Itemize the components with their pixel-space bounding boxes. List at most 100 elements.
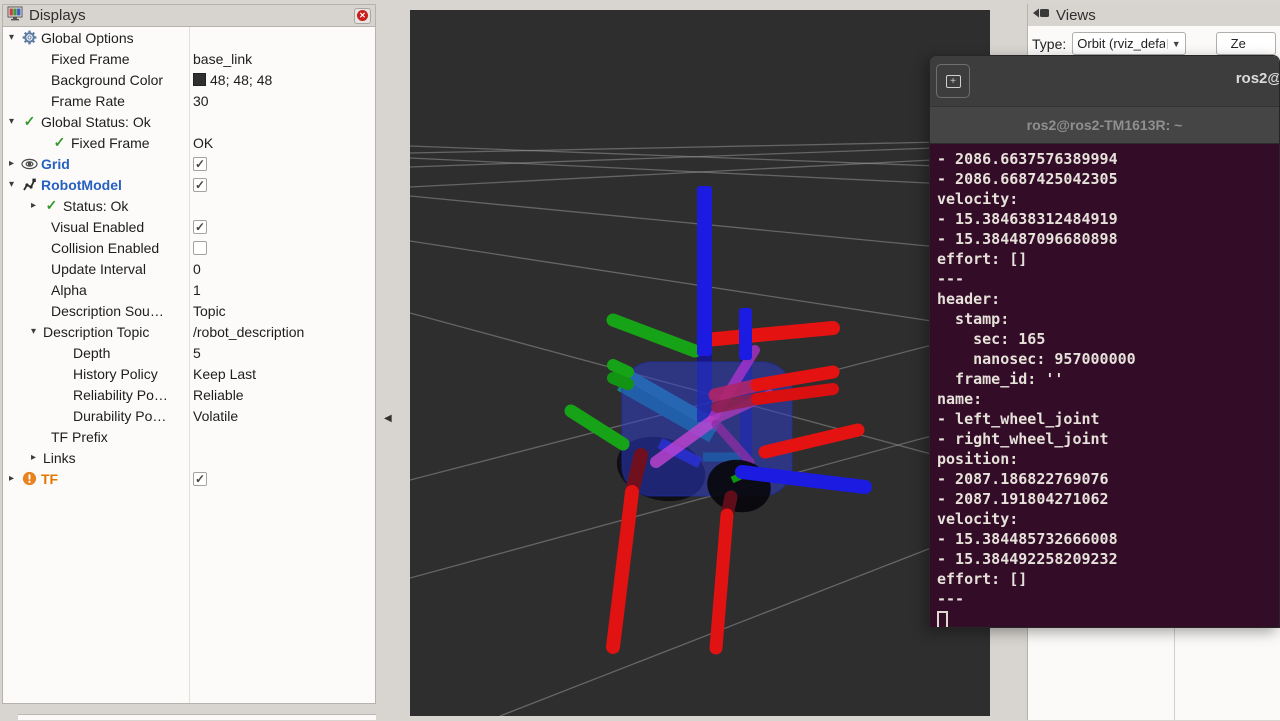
tree-row[interactable]: History Policy Keep Last bbox=[3, 363, 375, 384]
property-label: Grid bbox=[41, 156, 70, 172]
property-value[interactable]: ✓ bbox=[193, 468, 207, 489]
tree-row[interactable]: ▾RobotModel✓ bbox=[3, 174, 375, 195]
checkbox-checked[interactable]: ✓ bbox=[193, 472, 207, 486]
property-value[interactable]: 5 bbox=[193, 342, 201, 363]
property-value[interactable] bbox=[193, 237, 207, 258]
tree-row[interactable]: Visual Enabled✓ bbox=[3, 216, 375, 237]
property-label: Reliability Po… bbox=[73, 387, 168, 403]
tree-row[interactable]: Frame Rate 30 bbox=[3, 90, 375, 111]
terminal-line: position: bbox=[937, 449, 1279, 469]
views-panel-header[interactable]: Views bbox=[1028, 4, 1280, 26]
property-label: Fixed Frame bbox=[51, 51, 130, 67]
property-label: History Policy bbox=[73, 366, 158, 382]
tree-row[interactable]: ▾✓Global Status: Ok bbox=[3, 111, 375, 132]
property-value[interactable]: 1 bbox=[193, 279, 201, 300]
tree-row[interactable]: Depth 5 bbox=[3, 342, 375, 363]
terminal-window[interactable]: + ros2@ ros2@ros2-TM1613R: ~ - 2086.6637… bbox=[929, 55, 1280, 628]
property-value[interactable]: Keep Last bbox=[193, 363, 256, 384]
property-label: Fixed Frame bbox=[71, 135, 150, 151]
property-value[interactable]: 30 bbox=[193, 90, 209, 111]
close-button[interactable]: ✕ bbox=[354, 8, 371, 24]
checkbox-checked[interactable]: ✓ bbox=[193, 178, 207, 192]
tree-row[interactable]: ▸Links bbox=[3, 447, 375, 468]
expander-open-icon[interactable]: ▾ bbox=[31, 326, 43, 337]
property-value[interactable]: Reliable bbox=[193, 384, 244, 405]
chevron-down-icon: ▼ bbox=[1167, 39, 1181, 49]
property-value[interactable]: 0 bbox=[193, 258, 201, 279]
3d-scene[interactable] bbox=[410, 10, 990, 716]
color-swatch bbox=[193, 73, 206, 86]
property-label: Description Sou… bbox=[51, 303, 164, 319]
tree-row[interactable]: Description Sou… Topic bbox=[3, 300, 375, 321]
terminal-line: - 2087.191804271062 bbox=[937, 489, 1279, 509]
property-value[interactable]: ✓ bbox=[193, 174, 207, 195]
expander-closed-icon[interactable]: ▸ bbox=[9, 473, 21, 484]
terminal-line: --- bbox=[937, 589, 1279, 609]
expander-open-icon[interactable]: ▾ bbox=[9, 179, 21, 190]
expander-closed-icon[interactable]: ▸ bbox=[31, 452, 43, 463]
property-label: TF Prefix bbox=[51, 429, 108, 445]
close-icon: ✕ bbox=[357, 10, 368, 21]
terminal-line: sec: 165 bbox=[937, 329, 1279, 349]
robot-icon bbox=[21, 177, 38, 193]
tree-row[interactable]: Reliability Po… Reliable bbox=[3, 384, 375, 405]
terminal-cursor bbox=[937, 611, 948, 628]
new-tab-button[interactable]: + bbox=[936, 64, 970, 98]
displays-panel-header[interactable]: Displays ✕ bbox=[3, 5, 375, 27]
tree-row[interactable]: Collision Enabled bbox=[3, 237, 375, 258]
panel-collapse-handle[interactable]: ◀ bbox=[384, 409, 398, 427]
terminal-output[interactable]: - 2086.6637576389994- 2086.6687425042305… bbox=[930, 144, 1279, 627]
tree-row[interactable]: ▸✓Status: Ok bbox=[3, 195, 375, 216]
terminal-line: - 15.384638312484919 bbox=[937, 209, 1279, 229]
expander-open-icon[interactable]: ▾ bbox=[9, 116, 21, 127]
expander-closed-icon[interactable]: ▸ bbox=[31, 200, 43, 211]
terminal-titlebar[interactable]: + ros2@ bbox=[930, 56, 1279, 106]
tree-row[interactable]: Update Interval 0 bbox=[3, 258, 375, 279]
property-value[interactable]: ✓ bbox=[193, 153, 207, 174]
tree-row[interactable]: ▸ Grid ✓ bbox=[3, 153, 375, 174]
property-value[interactable]: base_link bbox=[193, 48, 252, 69]
tree-row[interactable]: ▾ Global Options bbox=[3, 27, 375, 48]
check-icon: ✓ bbox=[43, 198, 60, 214]
expander-open-icon[interactable]: ▾ bbox=[9, 32, 21, 43]
tree-row[interactable]: Durability Po…Volatile bbox=[3, 405, 375, 426]
tree-row[interactable]: Alpha1 bbox=[3, 279, 375, 300]
property-label: Update Interval bbox=[51, 261, 146, 277]
property-value[interactable]: Topic bbox=[193, 300, 226, 321]
terminal-line: velocity: bbox=[937, 189, 1279, 209]
tree-row[interactable]: TF Prefix bbox=[3, 426, 375, 447]
property-value[interactable]: ✓ bbox=[193, 216, 207, 237]
robot-model bbox=[571, 186, 865, 648]
checkbox-unchecked[interactable] bbox=[193, 241, 207, 255]
property-label: Description Topic bbox=[43, 324, 149, 340]
view-type-dropdown[interactable]: Orbit (rviz_defau ▼ bbox=[1072, 32, 1185, 55]
property-label: TF bbox=[41, 471, 58, 487]
tree-row[interactable]: Fixed Frame base_link bbox=[3, 48, 375, 69]
property-label: Frame Rate bbox=[51, 93, 125, 109]
check-icon: ✓ bbox=[21, 114, 38, 130]
property-label: Depth bbox=[73, 345, 110, 361]
3d-viewport[interactable] bbox=[410, 10, 990, 716]
terminal-tab-bar[interactable]: ros2@ros2-TM1613R: ~ bbox=[930, 106, 1279, 144]
terminal-line: - 15.384492258209232 bbox=[937, 549, 1279, 569]
zero-button[interactable]: Ze bbox=[1216, 32, 1276, 55]
checkbox-checked[interactable]: ✓ bbox=[193, 220, 207, 234]
property-value[interactable]: /robot_description bbox=[193, 321, 304, 342]
terminal-line: - right_wheel_joint bbox=[937, 429, 1279, 449]
property-label: Global Options bbox=[41, 30, 134, 46]
checkbox-checked[interactable]: ✓ bbox=[193, 157, 207, 171]
tree-row[interactable]: Background Color 48; 48; 48 bbox=[3, 69, 375, 90]
tree-row[interactable]: ▾Description Topic/robot_description bbox=[3, 321, 375, 342]
property-value[interactable]: 48; 48; 48 bbox=[193, 69, 272, 90]
docked-panel-edge bbox=[18, 714, 376, 720]
property-value[interactable]: OK bbox=[193, 132, 213, 153]
displays-panel-title: Displays bbox=[29, 7, 86, 24]
terminal-line: - 15.384485732666008 bbox=[937, 529, 1279, 549]
expander-closed-icon[interactable]: ▸ bbox=[9, 158, 21, 169]
property-label: Background Color bbox=[51, 72, 163, 88]
tree-row[interactable]: ✓Fixed FrameOK bbox=[3, 132, 375, 153]
property-value[interactable]: Volatile bbox=[193, 405, 238, 426]
terminal-line: - left_wheel_joint bbox=[937, 409, 1279, 429]
grid-icon bbox=[21, 156, 38, 172]
tree-row[interactable]: ▸ TF ✓ bbox=[3, 468, 375, 489]
